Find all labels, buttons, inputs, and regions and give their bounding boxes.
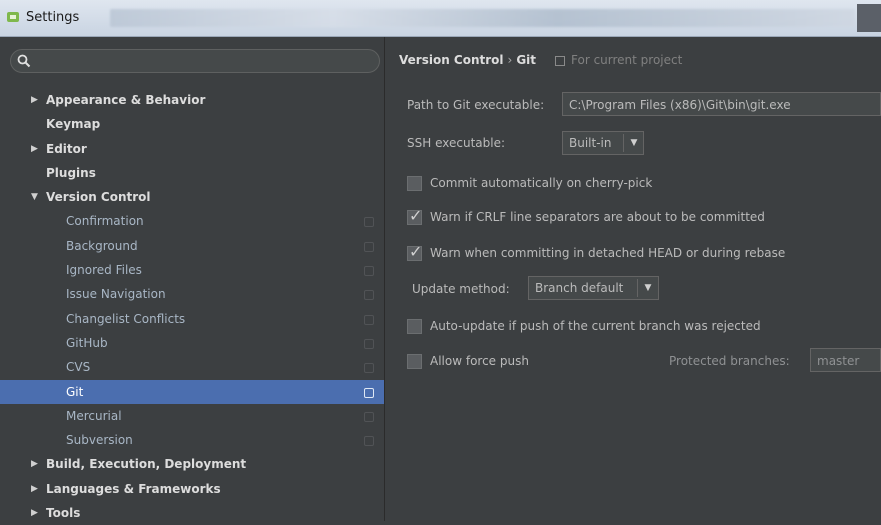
project-scope-icon (364, 314, 374, 325)
title-bar-background (110, 9, 855, 27)
chevron-down-icon: ▼ (630, 138, 638, 148)
project-scope-text: For current project (571, 53, 683, 67)
check-icon: ✓ (409, 242, 423, 261)
update-method-value: Branch default (535, 281, 624, 295)
breadcrumb-separator: › (507, 53, 513, 67)
breadcrumb-current: Git (516, 53, 537, 67)
sidebar-item-issue-navigation[interactable]: Issue Navigation (0, 282, 384, 306)
sidebar-item-label: Tools (46, 506, 81, 521)
detached-head-label: Warn when committing in detached HEAD or… (430, 246, 786, 260)
protected-branches-field[interactable]: master (810, 348, 881, 372)
sidebar-item-label: Subversion (66, 433, 133, 448)
sidebar-item-label: Changelist Conflicts (66, 311, 186, 326)
auto-update-label: Auto-update if push of the current branc… (430, 319, 761, 333)
collapsed-arrow-icon[interactable]: ▶ (31, 452, 38, 476)
sidebar-item-cvs[interactable]: CVS (0, 355, 384, 379)
force-push-label: Allow force push (430, 354, 529, 368)
sidebar-item-label: Issue Navigation (66, 287, 166, 302)
project-scope-icon (364, 241, 374, 252)
project-scope-icon (364, 290, 374, 301)
project-scope-icon (364, 387, 374, 398)
force-push-checkbox[interactable] (407, 354, 422, 369)
sidebar-item-editor[interactable]: ▶ Editor (0, 137, 384, 161)
project-scope-icon (364, 363, 374, 374)
check-icon: ✓ (409, 206, 423, 225)
ssh-executable-value: Built-in (569, 136, 612, 150)
collapsed-arrow-icon[interactable]: ▶ (31, 88, 38, 112)
app-icon (7, 12, 19, 22)
collapsed-arrow-icon[interactable]: ▶ (31, 137, 38, 161)
cherry-pick-checkbox[interactable] (407, 176, 422, 191)
breadcrumb-parent: Version Control (399, 53, 504, 67)
chevron-down-icon: ▼ (644, 283, 652, 293)
detached-head-checkbox[interactable]: ✓ (407, 242, 422, 261)
sidebar-item-label: Plugins (46, 165, 96, 180)
git-path-field[interactable]: C:\Program Files (x86)\Git\bin\git.exe (562, 92, 881, 116)
window-title: Settings (26, 10, 80, 25)
expanded-arrow-icon[interactable]: ▼ (31, 185, 38, 209)
crlf-warning-label: Warn if CRLF line separators are about t… (430, 210, 765, 224)
combo-divider (623, 134, 624, 152)
sidebar-item-languages-frameworks[interactable]: ▶ Languages & Frameworks (0, 477, 384, 501)
window-titlebar: Settings (0, 0, 881, 37)
search-icon (17, 54, 31, 68)
sidebar-item-changelist-conflicts[interactable]: Changelist Conflicts (0, 307, 384, 331)
settings-sidebar: ▶ Appearance & Behavior Keymap ▶ Editor Plugi… (0, 37, 385, 521)
sidebar-item-label: Git (66, 384, 84, 399)
sidebar-item-subversion[interactable]: Subversion (0, 428, 384, 452)
sidebar-item-label: Confirmation (66, 214, 144, 229)
sidebar-item-label: Mercurial (66, 408, 122, 423)
sidebar-item-build-execution-deployment[interactable]: ▶ Build, Execution, Deployment (0, 452, 384, 476)
project-scope-icon (364, 266, 374, 277)
sidebar-item-label: Languages & Frameworks (46, 481, 221, 496)
protected-branches-label: Protected branches: (669, 354, 790, 368)
window-control-button[interactable] (857, 4, 881, 32)
collapsed-arrow-icon[interactable]: ▶ (31, 477, 38, 501)
ssh-executable-label: SSH executable: (407, 136, 505, 150)
git-path-label: Path to Git executable: (407, 98, 545, 112)
update-method-select[interactable]: Branch default ▼ (528, 276, 659, 300)
sidebar-item-tools[interactable]: ▶ Tools (0, 501, 384, 525)
sidebar-item-plugins[interactable]: Plugins (0, 161, 384, 185)
sidebar-item-label: Version Control (46, 190, 151, 205)
ssh-executable-select[interactable]: Built-in ▼ (562, 131, 644, 155)
search-input[interactable] (10, 49, 380, 73)
sidebar-item-mercurial[interactable]: Mercurial (0, 404, 384, 428)
sidebar-item-appearance-behavior[interactable]: ▶ Appearance & Behavior (0, 88, 384, 112)
auto-update-checkbox[interactable] (407, 319, 422, 334)
settings-content: Version Control › Git For current project … (385, 37, 881, 521)
sidebar-item-label: Build, Execution, Deployment (46, 457, 247, 472)
sidebar-item-github[interactable]: GitHub (0, 331, 384, 355)
project-scope-icon (364, 436, 374, 447)
update-method-label: Update method: (412, 282, 510, 296)
sidebar-item-label: Background (66, 238, 138, 253)
combo-divider (637, 279, 638, 297)
sidebar-item-confirmation[interactable]: Confirmation (0, 209, 384, 233)
sidebar-item-version-control[interactable]: ▼ Version Control (0, 185, 384, 209)
sidebar-item-label: GitHub (66, 335, 108, 350)
sidebar-item-background[interactable]: Background (0, 234, 384, 258)
project-scope-icon (364, 217, 374, 228)
sidebar-item-label: Editor (46, 141, 87, 156)
settings-tree: ▶ Appearance & Behavior Keymap ▶ Editor Plugi… (0, 88, 384, 525)
project-scope-note: For current project (555, 53, 682, 67)
sidebar-item-label: CVS (66, 360, 91, 375)
sidebar-item-label: Appearance & Behavior (46, 93, 206, 107)
breadcrumb: Version Control › Git (399, 53, 536, 67)
sidebar-item-git[interactable]: Git (0, 379, 384, 404)
cherry-pick-label: Commit automatically on cherry-pick (430, 176, 653, 190)
sidebar-item-keymap[interactable]: Keymap (0, 112, 384, 136)
sidebar-item-label: Ignored Files (66, 263, 142, 278)
project-scope-icon (364, 338, 374, 349)
project-scope-icon (364, 411, 374, 422)
sidebar-item-label: Keymap (46, 117, 101, 132)
sidebar-item-ignored-files[interactable]: Ignored Files (0, 258, 384, 282)
crlf-warning-checkbox[interactable]: ✓ (407, 206, 422, 225)
project-scope-icon (555, 55, 565, 66)
collapsed-arrow-icon[interactable]: ▶ (31, 501, 38, 525)
